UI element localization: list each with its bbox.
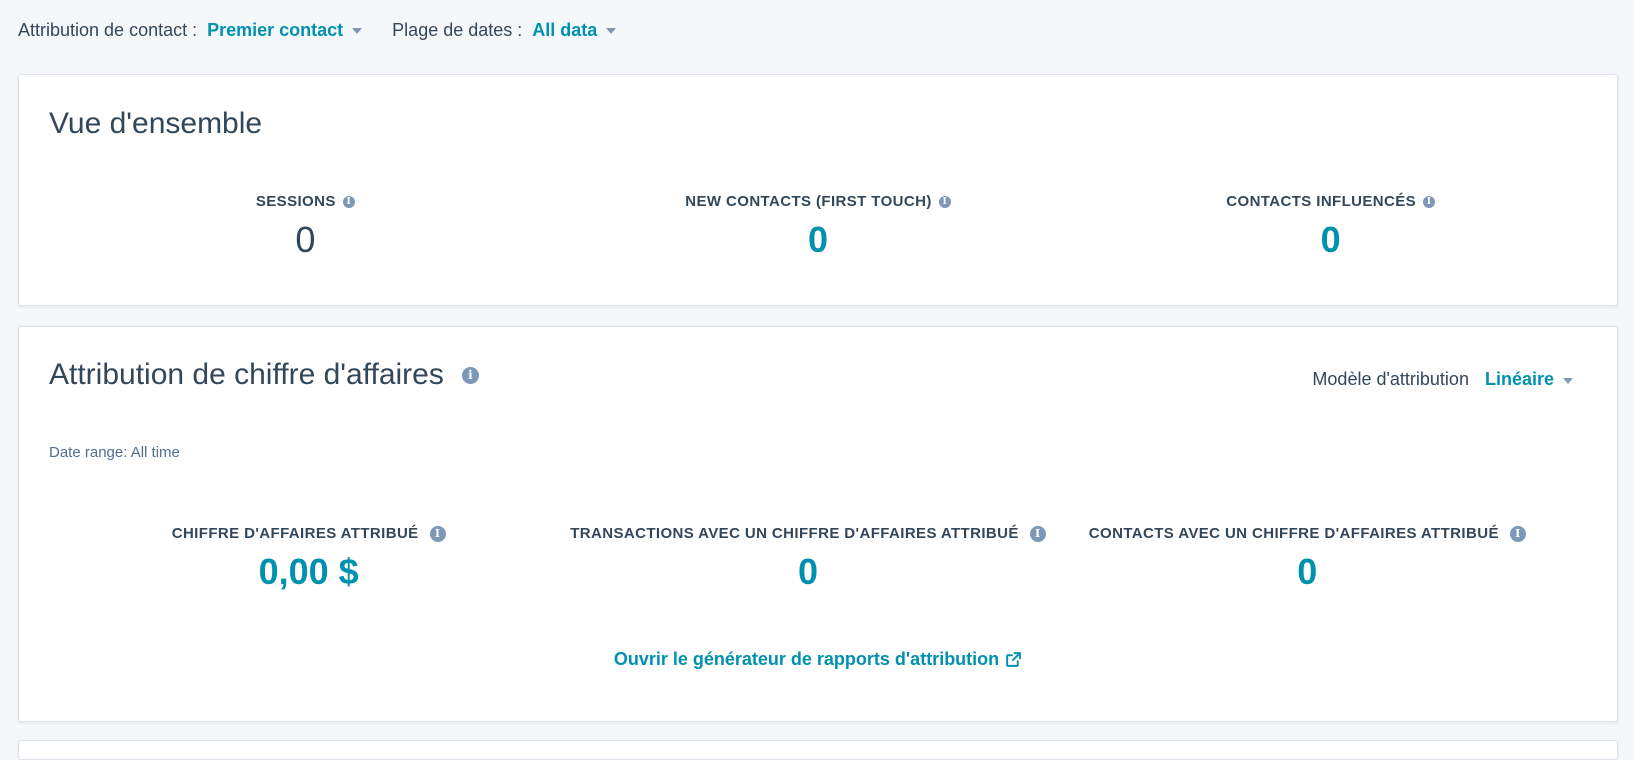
attribution-model-select: Modèle d'attribution Linéaire bbox=[1312, 369, 1573, 390]
kpi-sessions-label: SESSIONS bbox=[255, 193, 336, 210]
date-range-label: Plage de dates : bbox=[392, 19, 523, 40]
report-link-row: Ouvrir le générateur de rapports d'attri… bbox=[19, 649, 1617, 670]
info-icon[interactable]: i bbox=[461, 366, 479, 384]
info-icon[interactable]: i bbox=[938, 195, 951, 208]
attribution-model-value: Linéaire bbox=[1484, 369, 1554, 389]
kpi-influenced-contacts-value[interactable]: 0 bbox=[1074, 219, 1587, 260]
date-range-filter: Plage de dates : All data bbox=[392, 19, 617, 41]
filter-bar: Attribution de contact : Premier contact… bbox=[18, 0, 617, 60]
info-icon[interactable]: i bbox=[1509, 525, 1526, 542]
contact-attribution-filter: Attribution de contact : Premier contact bbox=[18, 19, 363, 41]
kpi-sessions-value: 0 bbox=[295, 219, 316, 260]
revenue-attribution-title: Attribution de chiffre d'affaires i bbox=[49, 357, 479, 393]
open-attribution-report-builder-link[interactable]: Ouvrir le générateur de rapports d'attri… bbox=[614, 649, 1022, 670]
date-range-value: All data bbox=[532, 19, 598, 40]
revenue-attribution-card: Attribution de chiffre d'affaires i Modè… bbox=[18, 326, 1618, 722]
report-link-label: Ouvrir le générateur de rapports d'attri… bbox=[613, 649, 1000, 669]
kpi-new-contacts-value[interactable]: 0 bbox=[562, 219, 1075, 260]
revenue-attribution-title-text: Attribution de chiffre d'affaires bbox=[49, 358, 444, 391]
kpi-contacts-with-revenue-label: CONTACTS AVEC UN CHIFFRE D'AFFAIRES ATTR… bbox=[1088, 525, 1499, 542]
contact-attribution-dropdown[interactable]: Premier contact bbox=[207, 19, 363, 41]
kpi-attributed-revenue-label: CHIFFRE D'AFFAIRES ATTRIBUÉ bbox=[171, 525, 419, 542]
kpi-contacts-with-revenue: CONTACTS AVEC UN CHIFFRE D'AFFAIRES ATTR… bbox=[1058, 525, 1557, 592]
kpi-new-contacts-label: NEW CONTACTS (FIRST TOUCH) bbox=[685, 193, 932, 210]
kpi-deals-with-revenue-value[interactable]: 0 bbox=[558, 551, 1057, 592]
kpi-sessions: SESSIONS i 0 bbox=[49, 193, 562, 260]
date-range-dropdown[interactable]: All data bbox=[532, 19, 617, 41]
overview-card: Vue d'ensemble SESSIONS i 0 NEW CONTACTS… bbox=[18, 74, 1618, 306]
revenue-date-range: Date range: All time bbox=[49, 444, 180, 461]
contact-attribution-value: Premier contact bbox=[207, 19, 344, 40]
kpi-new-contacts: NEW CONTACTS (FIRST TOUCH) i 0 bbox=[562, 193, 1075, 260]
caret-down-icon bbox=[352, 28, 363, 34]
info-icon[interactable]: i bbox=[1029, 525, 1046, 542]
attribution-model-label: Modèle d'attribution bbox=[1312, 369, 1469, 389]
contact-attribution-label: Attribution de contact : bbox=[18, 19, 198, 40]
info-icon[interactable]: i bbox=[1423, 195, 1436, 208]
next-card bbox=[18, 740, 1618, 760]
kpi-deals-with-revenue-label: TRANSACTIONS AVEC UN CHIFFRE D'AFFAIRES … bbox=[570, 525, 1019, 542]
kpi-influenced-contacts-label: CONTACTS INFLUENCÉS bbox=[1226, 193, 1417, 210]
revenue-kpi-row: CHIFFRE D'AFFAIRES ATTRIBUÉ i 0,00 $ TRA… bbox=[19, 525, 1617, 592]
overview-title: Vue d'ensemble bbox=[49, 107, 263, 140]
attribution-model-dropdown[interactable]: Linéaire bbox=[1485, 369, 1573, 390]
kpi-contacts-with-revenue-value[interactable]: 0 bbox=[1058, 551, 1557, 592]
kpi-influenced-contacts: CONTACTS INFLUENCÉS i 0 bbox=[1074, 193, 1587, 260]
info-icon[interactable]: i bbox=[429, 525, 446, 542]
external-link-icon bbox=[1006, 652, 1022, 667]
info-icon[interactable]: i bbox=[342, 195, 355, 208]
kpi-deals-with-revenue: TRANSACTIONS AVEC UN CHIFFRE D'AFFAIRES … bbox=[558, 525, 1057, 592]
overview-kpi-row: SESSIONS i 0 NEW CONTACTS (FIRST TOUCH) … bbox=[19, 193, 1617, 260]
caret-down-icon bbox=[606, 28, 617, 34]
kpi-attributed-revenue: CHIFFRE D'AFFAIRES ATTRIBUÉ i 0,00 $ bbox=[59, 525, 558, 592]
kpi-attributed-revenue-value[interactable]: 0,00 $ bbox=[59, 551, 558, 592]
caret-down-icon bbox=[1563, 377, 1573, 384]
